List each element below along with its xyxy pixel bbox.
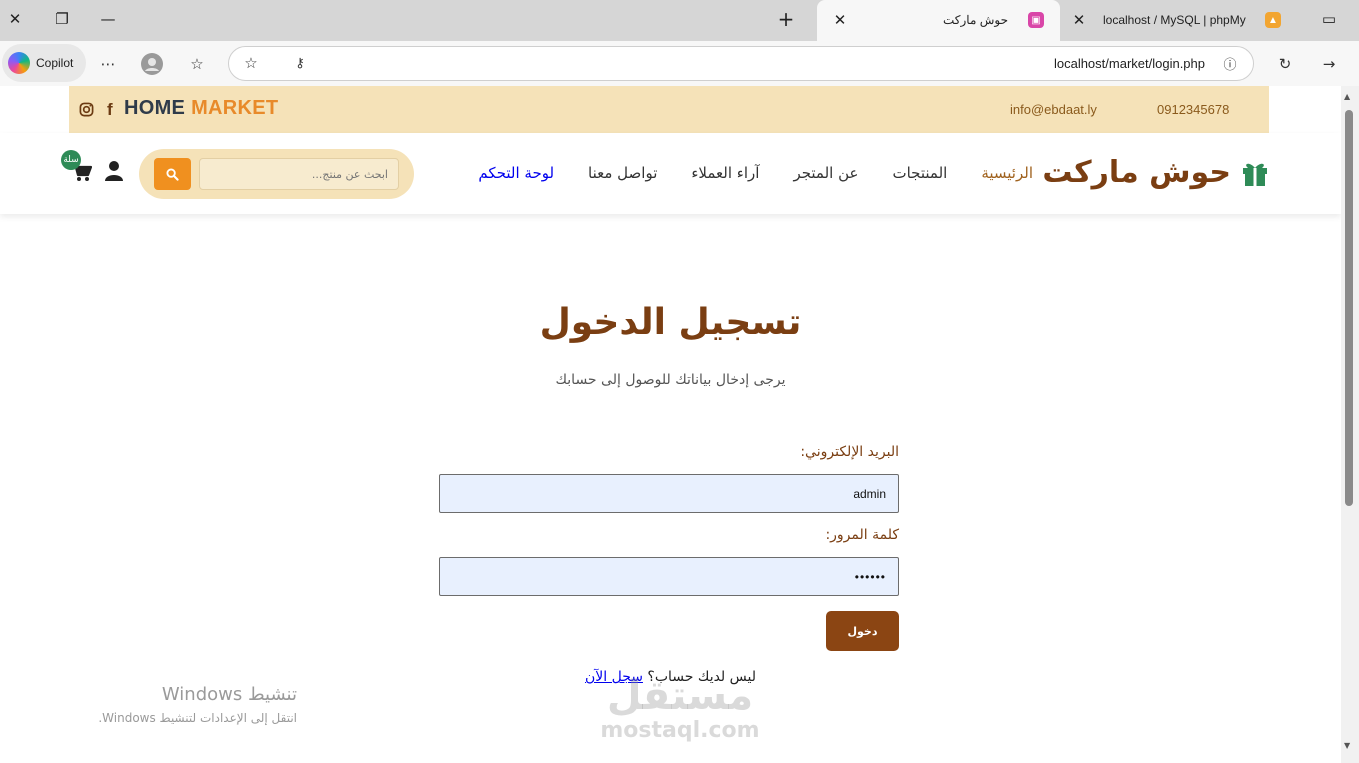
login-title: تسجيل الدخول bbox=[539, 302, 802, 343]
activation-subtitle: انتقل إلى الإعدادات لتنشيط Windows. bbox=[98, 711, 297, 725]
nav-link-about[interactable]: عن المتجر bbox=[793, 164, 858, 182]
new-tab-icon[interactable]: + bbox=[771, 6, 801, 32]
brand-primary: HOME bbox=[124, 97, 186, 119]
login-form: البريد الإلكتروني: كلمة المرور: bbox=[439, 444, 899, 596]
contact-phone: 0912345678 bbox=[1157, 102, 1230, 117]
browser-toolbar: Copilot ⋯ ☆ ☆ ⚷ localhost/market/login.p… bbox=[0, 41, 1359, 86]
tab-hosh-market[interactable]: ✕ حوش ماركت ▣ bbox=[817, 0, 1060, 41]
nav-link-home[interactable]: الرئيسية bbox=[981, 164, 1033, 182]
nav-link-dashboard[interactable]: لوحة التحكم bbox=[478, 164, 554, 182]
close-window-icon[interactable]: ✕ bbox=[0, 6, 30, 32]
copilot-button[interactable]: Copilot bbox=[2, 44, 86, 82]
facebook-icon[interactable]: f bbox=[107, 100, 113, 120]
brand-text: HOME MARKET bbox=[124, 97, 278, 120]
tab-actions-icon[interactable]: ▭ bbox=[1314, 6, 1344, 32]
copilot-label: Copilot bbox=[36, 56, 74, 70]
activation-title: تنشيط Windows bbox=[161, 684, 297, 705]
login-subtitle: يرجى إدخال بياناتك للوصول إلى حسابك bbox=[555, 372, 786, 388]
gift-icon bbox=[1243, 163, 1267, 186]
address-bar[interactable]: ☆ ⚷ localhost/market/login.php ⓘ bbox=[228, 46, 1254, 81]
tab-title: localhost / MySQL | phpMy bbox=[1103, 13, 1246, 27]
forward-icon[interactable]: → bbox=[1316, 51, 1342, 77]
scroll-up-icon[interactable]: ▲ bbox=[1344, 92, 1350, 101]
main-navbar: حوش ماركت الرئيسية المنتجات عن المتجر آر… bbox=[0, 133, 1341, 214]
contact-email: info@ebdaat.ly bbox=[1010, 102, 1097, 117]
instagram-icon[interactable] bbox=[79, 102, 94, 121]
scroll-thumb[interactable] bbox=[1345, 110, 1353, 506]
favorites-icon[interactable]: ☆ bbox=[184, 51, 210, 77]
password-label: كلمة المرور: bbox=[825, 527, 899, 543]
login-submit-button[interactable]: دخول bbox=[826, 611, 899, 651]
close-tab-icon[interactable]: ✕ bbox=[825, 7, 855, 33]
email-label: البريد الإلكتروني: bbox=[800, 444, 899, 460]
password-field[interactable] bbox=[439, 557, 899, 596]
nav-links: الرئيسية المنتجات عن المتجر آراء العملاء… bbox=[478, 164, 1033, 182]
top-info-bar: f HOME MARKET info@ebdaat.ly 0912345678 bbox=[69, 86, 1269, 133]
cart-badge: سلة bbox=[61, 150, 81, 170]
windows-activation-notice: تنشيط Windows انتقل إلى الإعدادات لتنشيط… bbox=[60, 684, 297, 725]
mostaql-watermark: مستقل mostaql.com bbox=[596, 676, 764, 743]
nav-link-contact[interactable]: تواصل معنا bbox=[588, 164, 657, 182]
key-icon[interactable]: ⚷ bbox=[287, 50, 313, 76]
logo-text: حوش ماركت bbox=[1042, 155, 1231, 190]
search-button[interactable] bbox=[154, 158, 191, 190]
site-info-icon[interactable]: ⓘ bbox=[1217, 50, 1243, 76]
tab-favicon-icon: ▣ bbox=[1028, 12, 1044, 28]
email-field[interactable] bbox=[439, 474, 899, 513]
search-icon bbox=[166, 167, 179, 181]
close-tab-icon[interactable]: ✕ bbox=[1064, 7, 1094, 33]
scroll-down-icon[interactable]: ▼ bbox=[1344, 741, 1350, 750]
minimize-window-icon[interactable]: — bbox=[93, 6, 123, 32]
watermark-latin: mostaql.com bbox=[600, 718, 760, 743]
watermark-arabic: مستقل bbox=[606, 673, 754, 719]
tab-favicon-icon: ▲ bbox=[1265, 12, 1281, 28]
tab-title: حوش ماركت bbox=[943, 13, 1008, 27]
nav-link-reviews[interactable]: آراء العملاء bbox=[691, 164, 759, 182]
tab-phpmyadmin[interactable]: ✕ localhost / MySQL | phpMy ▲ bbox=[1060, 0, 1300, 41]
url-text: localhost/market/login.php bbox=[1053, 56, 1205, 71]
page-scrollbar[interactable]: ▲ ▼ bbox=[1341, 86, 1359, 763]
user-icon[interactable] bbox=[104, 160, 124, 182]
browser-tab-bar: ✕ ❐ — + ✕ حوش ماركت ▣ ✕ localhost / MySQ… bbox=[0, 0, 1359, 41]
copilot-icon bbox=[8, 52, 30, 74]
page-content: f HOME MARKET info@ebdaat.ly 0912345678 … bbox=[0, 86, 1341, 763]
site-logo[interactable]: حوش ماركت bbox=[1042, 155, 1269, 190]
more-options-icon[interactable]: ⋯ bbox=[95, 51, 121, 77]
search-form bbox=[139, 149, 414, 199]
add-favorite-icon[interactable]: ☆ bbox=[238, 50, 264, 76]
brand-accent: MARKET bbox=[191, 97, 279, 119]
nav-link-products[interactable]: المنتجات bbox=[892, 164, 947, 182]
profile-icon[interactable] bbox=[139, 51, 165, 77]
refresh-icon[interactable]: ↻ bbox=[1272, 51, 1298, 77]
search-input[interactable] bbox=[199, 158, 399, 190]
restore-window-icon[interactable]: ❐ bbox=[47, 6, 77, 32]
